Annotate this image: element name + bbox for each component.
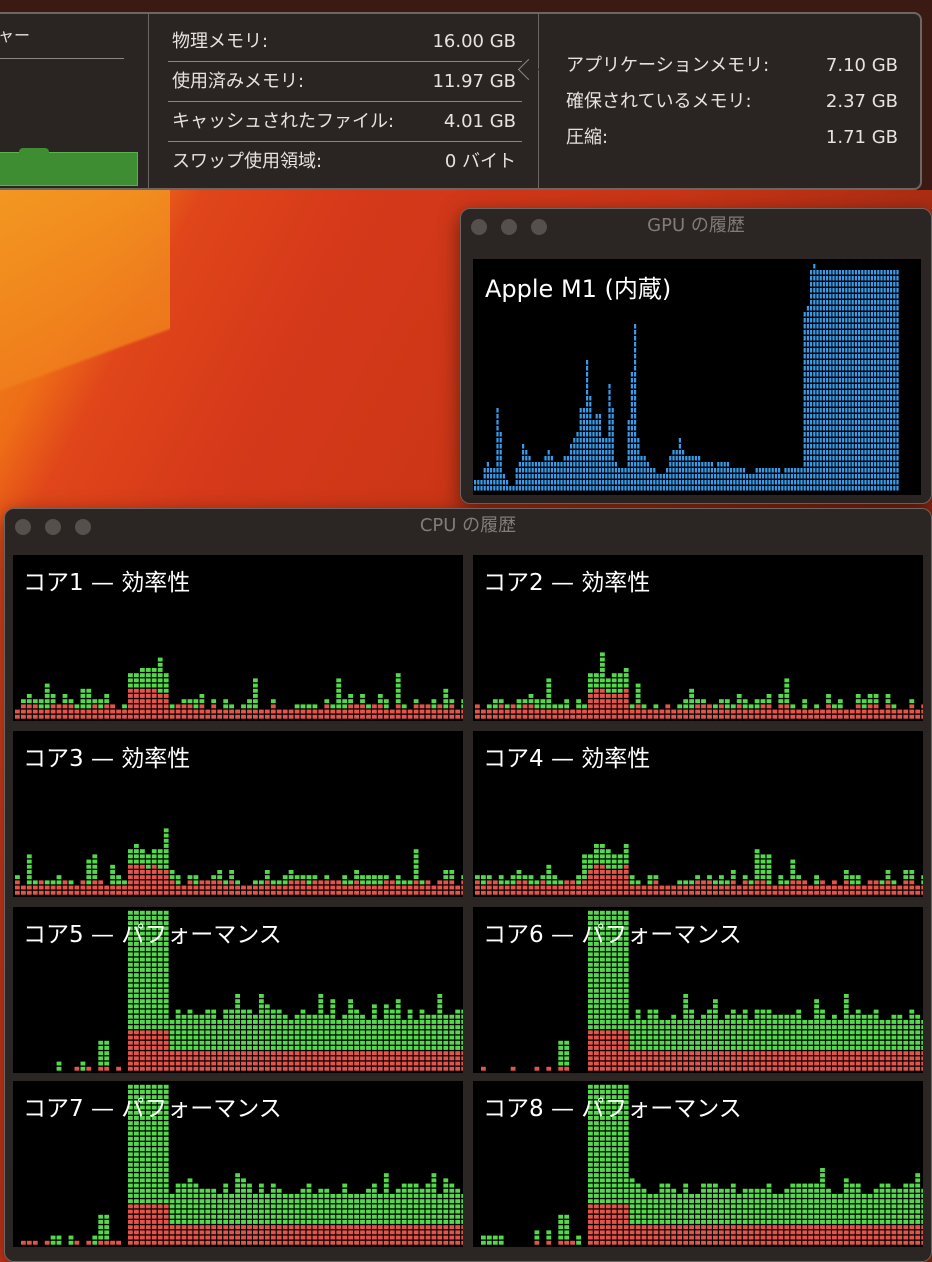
physical-memory-label: 物理メモリ: bbox=[172, 31, 269, 52]
memory-column-divider bbox=[148, 12, 149, 190]
wired-memory-row: 確保されているメモリ: 2.37 GB bbox=[566, 84, 900, 120]
app-memory-value: 7.10 GB bbox=[825, 55, 898, 76]
core-6-label: コア6 — パフォーマンス bbox=[483, 922, 742, 948]
core-2-label: コア2 — 効率性 bbox=[483, 570, 651, 596]
cpu-window-title: CPU の履歴 bbox=[419, 515, 517, 536]
physical-memory-value: 16.00 GB bbox=[432, 31, 516, 52]
app-memory-label: アプリケーションメモリ: bbox=[566, 55, 770, 76]
used-memory-row[interactable]: 使用済みメモリ: 11.97 GB bbox=[168, 62, 522, 102]
memory-divider bbox=[0, 58, 124, 59]
wired-memory-label: 確保されているメモリ: bbox=[566, 91, 752, 112]
gpu-name-label: Apple M1 (内蔵) bbox=[485, 275, 672, 303]
gpu-window-title: GPU の履歴 bbox=[647, 215, 745, 236]
core-4-label: コア4 — 効率性 bbox=[483, 746, 651, 772]
cpu-window-titlebar[interactable]: CPU の履歴 bbox=[5, 509, 931, 543]
memory-column-divider bbox=[538, 12, 539, 190]
core-3-label: コア3 — 効率性 bbox=[23, 746, 191, 772]
memory-pressure-bar bbox=[0, 148, 138, 186]
core-5-label: コア5 — パフォーマンス bbox=[23, 922, 282, 948]
used-memory-label: 使用済みメモリ: bbox=[172, 71, 305, 92]
core-1-label: コア1 — 効率性 bbox=[23, 570, 191, 596]
gpu-window-titlebar[interactable]: GPU の履歴 bbox=[461, 209, 931, 243]
core-7-label: コア7 — パフォーマンス bbox=[23, 1096, 282, 1122]
core-8-graph: コア8 — パフォーマンス bbox=[473, 1081, 923, 1247]
cached-files-value: 4.01 GB bbox=[443, 111, 516, 132]
swap-used-label: スワップ使用領域: bbox=[172, 151, 323, 172]
core-3-graph: コア3 — 効率性 bbox=[13, 731, 463, 897]
cpu-history-window[interactable]: CPU の履歴 コア1 — 効率性 コア2 — 効率性 コア3 — 効率性 コア… bbox=[4, 508, 932, 1262]
memory-pressure-label: ャー bbox=[0, 26, 31, 45]
app-memory-row: アプリケーションメモリ: 7.10 GB bbox=[566, 48, 900, 84]
compressed-label: 圧縮: bbox=[566, 127, 609, 148]
core-2-graph: コア2 — 効率性 bbox=[473, 555, 923, 721]
physical-memory-row: 物理メモリ: 16.00 GB bbox=[168, 22, 522, 62]
core-6-graph: コア6 — パフォーマンス bbox=[473, 907, 923, 1073]
swap-used-row: スワップ使用領域: 0 バイト bbox=[168, 142, 522, 182]
compressed-value: 1.71 GB bbox=[825, 127, 898, 148]
wallpaper-highlight bbox=[0, 190, 170, 490]
wired-memory-value: 2.37 GB bbox=[825, 91, 898, 112]
core-1-graph: コア1 — 効率性 bbox=[13, 555, 463, 721]
gpu-history-window[interactable]: GPU の履歴 Apple M1 (内蔵) bbox=[460, 208, 932, 504]
core-5-graph: コア5 — パフォーマンス bbox=[13, 907, 463, 1073]
compressed-row: 圧縮: 1.71 GB bbox=[566, 120, 900, 156]
gpu-usage-graph: Apple M1 (内蔵) bbox=[473, 259, 921, 495]
used-memory-value: 11.97 GB bbox=[432, 71, 516, 92]
cached-files-row: キャッシュされたファイル: 4.01 GB bbox=[168, 102, 522, 142]
cached-files-label: キャッシュされたファイル: bbox=[172, 111, 395, 132]
swap-used-value: 0 バイト bbox=[444, 151, 516, 172]
core-4-graph: コア4 — 効率性 bbox=[473, 731, 923, 897]
core-8-label: コア8 — パフォーマンス bbox=[483, 1096, 742, 1122]
core-7-graph: コア7 — パフォーマンス bbox=[13, 1081, 463, 1247]
